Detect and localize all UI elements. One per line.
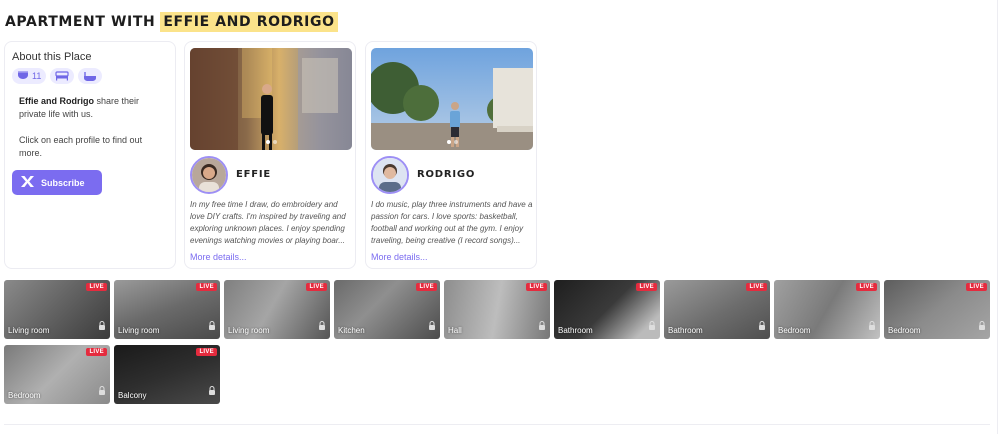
camera-tile[interactable]: LIVE Bathroom — [554, 280, 660, 339]
live-badge: LIVE — [526, 283, 547, 291]
live-badge: LIVE — [196, 348, 217, 356]
page-title-highlight: EFFIE AND RODRIGO — [160, 12, 338, 32]
amenity-toilets: 11 — [12, 68, 47, 84]
bed-icon — [55, 71, 69, 81]
camera-tile[interactable]: LIVE Balcony — [114, 345, 220, 404]
profile-name-effie: EFFIE — [236, 169, 272, 180]
lock-icon — [868, 317, 876, 335]
about-title: About this Place — [12, 51, 92, 63]
lock-icon — [208, 382, 216, 400]
profile-photo-rodrigo[interactable] — [371, 48, 533, 150]
lock-icon — [98, 317, 106, 335]
profile-name-rodrigo: RODRIGO — [417, 169, 476, 180]
amenity-beds — [50, 68, 75, 84]
avatar-rodrigo[interactable] — [371, 156, 409, 194]
profile-card-effie[interactable]: EFFIE In my free time I draw, do embroid… — [184, 41, 356, 269]
camera-room-label: Hall — [448, 326, 462, 335]
live-badge: LIVE — [86, 348, 107, 356]
camera-room-label: Bedroom — [8, 391, 41, 400]
camera-tile[interactable]: LIVE Living room — [224, 280, 330, 339]
camera-tile[interactable]: LIVE Hall — [444, 280, 550, 339]
more-details-link-effie[interactable]: More details... — [190, 252, 247, 262]
photo-carousel-dots[interactable] — [371, 140, 533, 144]
profile-bio-rodrigo: I do music, play three instruments and h… — [371, 200, 533, 245]
lock-icon — [758, 317, 766, 335]
amenity-toilets-count: 11 — [32, 71, 42, 81]
lock-icon — [538, 317, 546, 335]
bathtub-icon — [83, 71, 97, 82]
amenities-list: 11 — [12, 68, 103, 84]
page-edge-divider — [997, 0, 998, 434]
lock-icon — [978, 317, 986, 335]
camera-room-label: Kitchen — [338, 326, 365, 335]
camera-tile[interactable]: LIVE Bedroom — [774, 280, 880, 339]
about-hint: Click on each profile to find out more. — [19, 135, 143, 158]
camera-room-label: Bedroom — [888, 326, 921, 335]
brand-x-icon — [20, 175, 35, 190]
live-badge: LIVE — [636, 283, 657, 291]
live-badge: LIVE — [856, 283, 877, 291]
about-place-card: About this Place 11 Effie and Rodrigo sh… — [4, 41, 176, 269]
camera-room-label: Balcony — [118, 391, 147, 400]
profile-card-rodrigo[interactable]: RODRIGO I do music, play three instrumen… — [365, 41, 537, 269]
camera-tile[interactable]: LIVE Bathroom — [664, 280, 770, 339]
camera-room-label: Bedroom — [778, 326, 811, 335]
camera-room-label: Living room — [228, 326, 270, 335]
toilet-icon — [17, 71, 29, 81]
camera-tile[interactable]: LIVE Living room — [4, 280, 110, 339]
amenity-baths — [78, 68, 103, 84]
profile-photo-effie[interactable] — [190, 48, 352, 150]
lock-icon — [428, 317, 436, 335]
subscribe-label: Subscribe — [41, 177, 85, 188]
page-title-prefix: APARTMENT WITH — [5, 14, 156, 30]
section-divider — [4, 424, 990, 425]
live-badge: LIVE — [966, 283, 987, 291]
live-badge: LIVE — [306, 283, 327, 291]
camera-tile[interactable]: LIVE Kitchen — [334, 280, 440, 339]
lock-icon — [208, 317, 216, 335]
avatar-effie[interactable] — [190, 156, 228, 194]
live-badge: LIVE — [416, 283, 437, 291]
photo-carousel-dots[interactable] — [190, 140, 352, 144]
subscribe-button[interactable]: Subscribe — [12, 170, 102, 195]
live-badge: LIVE — [196, 283, 217, 291]
profile-bio-effie: In my free time I draw, do embroidery an… — [190, 200, 346, 245]
about-description-names: Effie and Rodrigo — [19, 96, 94, 106]
lock-icon — [648, 317, 656, 335]
camera-tile[interactable]: LIVE Bedroom — [4, 345, 110, 404]
live-badge: LIVE — [86, 283, 107, 291]
camera-tile[interactable]: LIVE Living room — [114, 280, 220, 339]
camera-room-label: Living room — [8, 326, 50, 335]
lock-icon — [98, 382, 106, 400]
camera-room-label: Bathroom — [558, 326, 593, 335]
live-badge: LIVE — [746, 283, 767, 291]
page-title: APARTMENT WITH EFFIE AND RODRIGO — [5, 12, 338, 32]
about-description: Effie and Rodrigo share their private li… — [19, 95, 159, 121]
lock-icon — [318, 317, 326, 335]
camera-tile[interactable]: LIVE Bedroom — [884, 280, 990, 339]
more-details-link-rodrigo[interactable]: More details... — [371, 252, 428, 262]
camera-room-label: Living room — [118, 326, 160, 335]
camera-room-label: Bathroom — [668, 326, 703, 335]
